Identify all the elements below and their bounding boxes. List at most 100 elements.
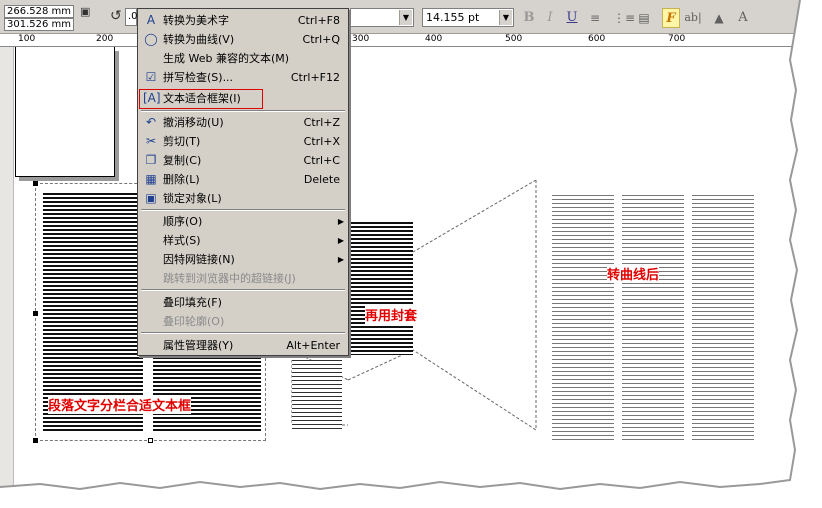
menu-item-shortcut: Ctrl+Z bbox=[303, 116, 340, 129]
menu-item-delete[interactable]: ▦ 删除(L) Delete bbox=[138, 170, 348, 189]
selection-handle[interactable] bbox=[33, 438, 38, 443]
ruler-label: 700 bbox=[668, 34, 686, 44]
curve-text-column bbox=[692, 195, 754, 440]
menu-item-shortcut: Ctrl+F12 bbox=[290, 71, 340, 84]
lock-icon: ▣ bbox=[145, 191, 157, 205]
font-size-value: 14.155 pt bbox=[426, 11, 480, 24]
curve-text-column bbox=[552, 195, 614, 440]
font-size-dropdown[interactable]: 14.155 pt ▼ bbox=[422, 8, 514, 27]
highlight-box bbox=[139, 89, 263, 109]
menu-item-label: 撤消移动(U) bbox=[163, 116, 224, 129]
context-menu: A 转换为美术字 Ctrl+F8 ◯ 转换为曲线(V) Ctrl+Q 生成 We… bbox=[137, 8, 349, 356]
menu-item-properties[interactable]: 属性管理器(Y) Alt+Enter bbox=[138, 336, 348, 355]
annotation-envelope: 再用封套 bbox=[365, 305, 418, 324]
italic-button[interactable]: I bbox=[541, 8, 559, 28]
menu-item-shortcut: Alt+Enter bbox=[286, 339, 340, 352]
bullet-list-icon[interactable]: ⋮≡ bbox=[613, 8, 635, 28]
artistic-text-icon: A bbox=[146, 13, 156, 27]
bold-button[interactable]: B bbox=[520, 8, 538, 28]
rotate-icon: ↺ bbox=[110, 8, 122, 24]
menu-item-shortcut: Ctrl+X bbox=[303, 135, 340, 148]
envelope-text-fill[interactable] bbox=[347, 222, 413, 355]
menu-item-internet-link[interactable]: 因特网链接(N) ▶ bbox=[138, 250, 348, 269]
vertical-ruler[interactable] bbox=[0, 47, 14, 487]
ruler-label: 200 bbox=[96, 34, 114, 44]
menu-item-label: 拼写检查(S)... bbox=[163, 71, 234, 84]
chevron-down-icon[interactable]: ▼ bbox=[499, 10, 512, 25]
vertical-text-button[interactable]: A bbox=[734, 8, 752, 28]
horizontal-text-icon[interactable]: ▲ bbox=[710, 8, 728, 28]
menu-separator bbox=[141, 332, 345, 334]
font-name-dropdown[interactable]: ▼ bbox=[350, 8, 414, 27]
menu-item-label: 跳转到浏览器中的超链接(J) bbox=[163, 272, 296, 285]
ruler-label: 500 bbox=[505, 34, 523, 44]
menu-item-cut[interactable]: ✂ 剪切(T) Ctrl+X bbox=[138, 132, 348, 151]
submenu-arrow-icon: ▶ bbox=[337, 236, 344, 245]
selection-handle[interactable] bbox=[148, 438, 153, 443]
menu-item-label: 叠印轮廓(O) bbox=[163, 315, 225, 328]
menu-item-label: 锁定对象(L) bbox=[163, 192, 222, 205]
spellcheck-icon: ☑ bbox=[145, 70, 157, 84]
submenu-arrow-icon: ▶ bbox=[337, 255, 344, 264]
x-position-field[interactable]: 266.528 mm bbox=[4, 5, 74, 18]
curve-text-column bbox=[622, 195, 684, 440]
menu-item-label: 删除(L) bbox=[163, 173, 200, 186]
underline-button[interactable]: U bbox=[563, 8, 581, 28]
menu-item-jump-hyperlink[interactable]: 跳转到浏览器中的超链接(J) bbox=[138, 269, 348, 288]
menu-item-overprint-fill[interactable]: 叠印填充(F) bbox=[138, 293, 348, 312]
ruler-label: 300 bbox=[352, 34, 370, 44]
ruler-label: 400 bbox=[425, 34, 443, 44]
menu-item-label: 属性管理器(Y) bbox=[163, 339, 234, 352]
chevron-down-icon[interactable]: ▼ bbox=[399, 10, 412, 25]
menu-item-label: 生成 Web 兼容的文本(M) bbox=[163, 52, 290, 65]
cut-icon: ✂ bbox=[145, 134, 157, 148]
menu-item-label: 叠印填充(F) bbox=[163, 296, 222, 309]
menu-item-label: 剪切(T) bbox=[163, 135, 201, 148]
text-frame-button[interactable]: ab| bbox=[684, 8, 702, 28]
selection-handle[interactable] bbox=[33, 181, 38, 186]
drop-cap-icon[interactable]: ▤ bbox=[635, 8, 653, 28]
menu-item-web-text[interactable]: 生成 Web 兼容的文本(M) bbox=[138, 49, 348, 68]
envelope-text-fill[interactable] bbox=[292, 360, 342, 430]
menu-item-spellcheck[interactable]: ☑ 拼写检查(S)... Ctrl+F12 bbox=[138, 68, 348, 87]
menu-item-convert-artistic[interactable]: A 转换为美术字 Ctrl+F8 bbox=[138, 11, 348, 30]
rotation-angle-field[interactable]: .0 bbox=[125, 8, 138, 26]
menu-item-lock-object[interactable]: ▣ 锁定对象(L) bbox=[138, 189, 348, 208]
convert-curves-icon: ◯ bbox=[144, 32, 158, 46]
horizontal-ruler[interactable]: 100 200 300 400 500 600 700 bbox=[0, 34, 800, 47]
menu-separator bbox=[141, 209, 345, 211]
menu-item-undo-move[interactable]: ↶ 撤消移动(U) Ctrl+Z bbox=[138, 113, 348, 132]
menu-item-copy[interactable]: ❐ 复制(C) Ctrl+C bbox=[138, 151, 348, 170]
menu-item-style[interactable]: 样式(S) ▶ bbox=[138, 231, 348, 250]
menu-item-label: 转换为美术字 bbox=[163, 14, 229, 27]
property-bar: 266.528 mm 301.526 mm ▣ ↺ .0 ▼ 14.155 pt… bbox=[0, 0, 800, 34]
selection-handle[interactable] bbox=[33, 311, 38, 316]
menu-item-convert-curves[interactable]: ◯ 转换为曲线(V) Ctrl+Q bbox=[138, 30, 348, 49]
menu-item-shortcut: Ctrl+Q bbox=[302, 33, 340, 46]
menu-item-label: 复制(C) bbox=[163, 154, 202, 167]
converted-text-page[interactable] bbox=[540, 180, 780, 450]
menu-item-label: 转换为曲线(V) bbox=[163, 33, 235, 46]
menu-item-shortcut: Delete bbox=[303, 173, 340, 186]
align-icon[interactable]: ≡ bbox=[586, 8, 604, 28]
menu-item-label: 样式(S) bbox=[163, 234, 201, 247]
menu-item-shortcut: Ctrl+F8 bbox=[297, 14, 340, 27]
ruler-label: 100 bbox=[18, 34, 36, 44]
annotation-columns: 段落文字分栏合适文本框 bbox=[48, 395, 192, 414]
page-preview bbox=[15, 47, 115, 177]
submenu-arrow-icon: ▶ bbox=[337, 217, 344, 226]
menu-item-label: 因特网链接(N) bbox=[163, 253, 235, 266]
lock-ratio-icon[interactable]: ▣ bbox=[80, 5, 90, 19]
menu-separator bbox=[141, 110, 345, 112]
undo-icon: ↶ bbox=[145, 115, 157, 129]
delete-icon: ▦ bbox=[145, 172, 157, 186]
character-format-button[interactable]: F bbox=[662, 8, 680, 28]
ruler-label: 600 bbox=[588, 34, 606, 44]
menu-separator bbox=[141, 289, 345, 291]
annotation-curves: 转曲线后 bbox=[607, 264, 660, 283]
menu-item-shortcut: Ctrl+C bbox=[303, 154, 340, 167]
menu-item-overprint-outline[interactable]: 叠印轮廓(O) bbox=[138, 312, 348, 331]
menu-item-order[interactable]: 顺序(O) ▶ bbox=[138, 212, 348, 231]
y-position-field[interactable]: 301.526 mm bbox=[4, 18, 74, 31]
copy-icon: ❐ bbox=[145, 153, 157, 167]
